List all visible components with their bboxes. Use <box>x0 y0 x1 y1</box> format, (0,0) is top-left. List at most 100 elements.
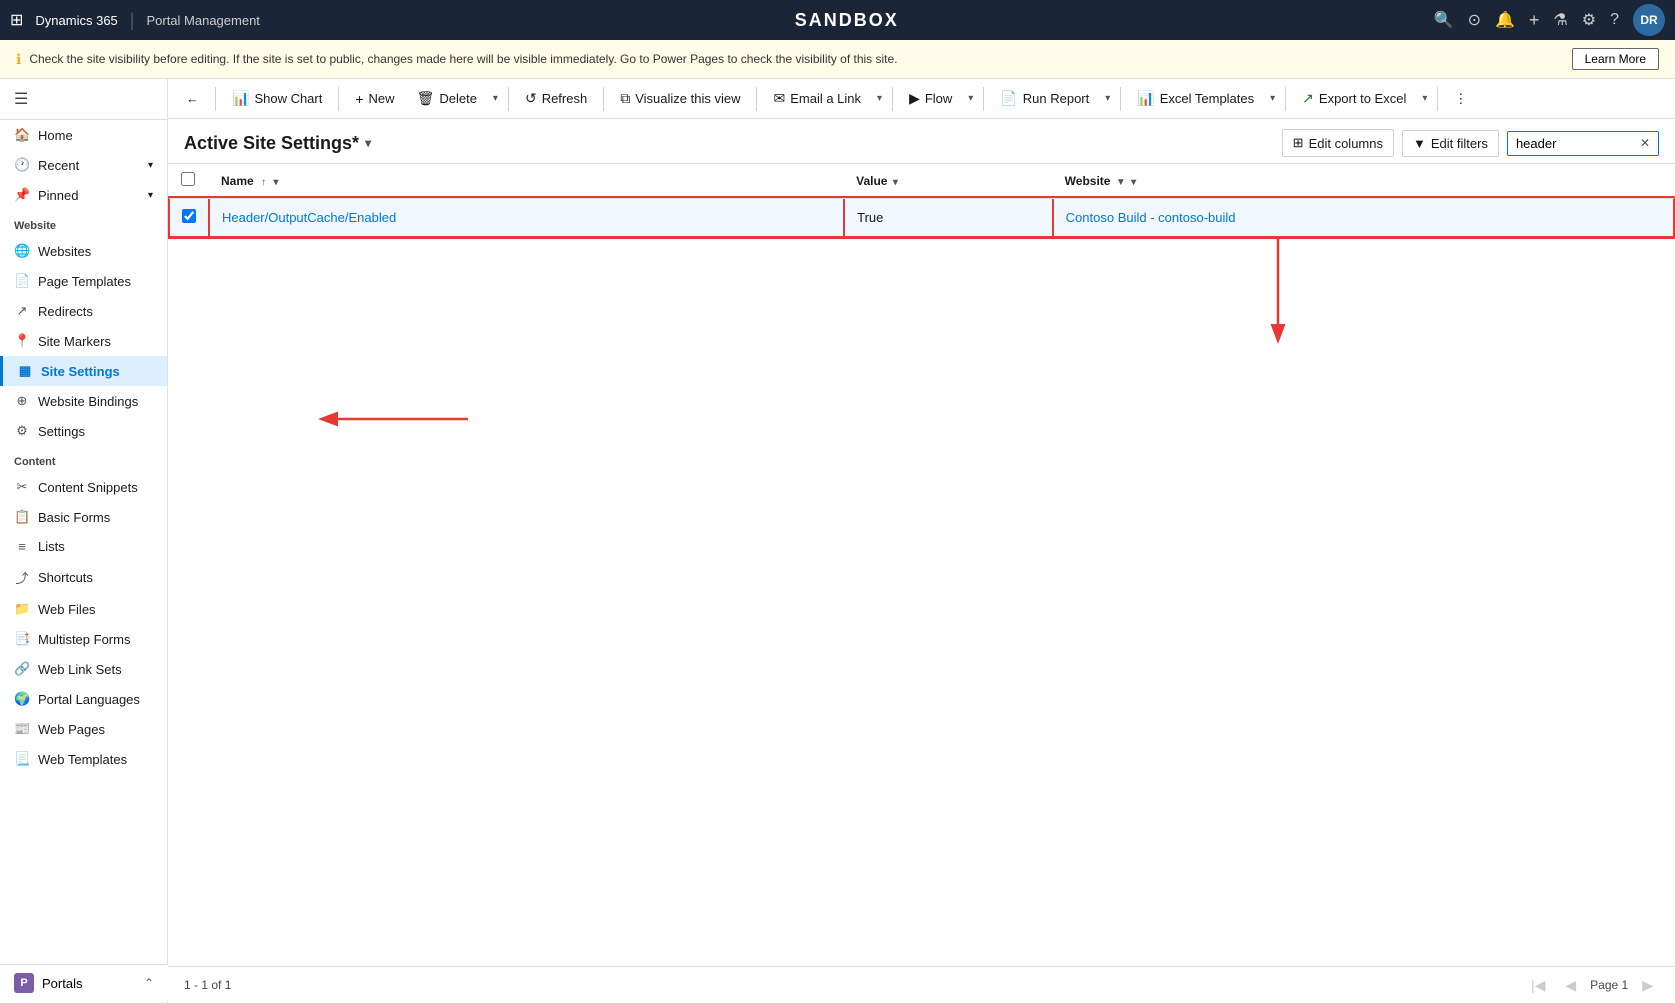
export-excel-button[interactable]: ↗ Export to Excel <box>1292 85 1416 112</box>
visualize-icon: ⧉ <box>620 90 630 107</box>
sidebar-item-settings[interactable]: ⚙ Settings <box>0 416 167 446</box>
export-dropdown-button[interactable]: ▾ <box>1418 88 1431 109</box>
search-input[interactable] <box>1516 136 1636 151</box>
sidebar-item-basic-forms[interactable]: 📋 Basic Forms <box>0 502 167 532</box>
run-report-button[interactable]: 📄 Run Report <box>990 85 1099 112</box>
sort-asc-icon: ↑ <box>261 177 266 188</box>
row-checkbox-cell[interactable] <box>169 198 209 237</box>
website-link[interactable]: Contoso Build - contoso-build <box>1066 210 1236 225</box>
pagination-controls: |◀ ◀ Page 1 ▶ <box>1525 975 1659 996</box>
plus-icon[interactable]: + <box>1529 10 1540 31</box>
target-icon[interactable]: ⊙ <box>1468 10 1481 30</box>
name-link[interactable]: Header/OutputCache/Enabled <box>222 210 396 225</box>
search-clear-icon[interactable]: ✕ <box>1640 136 1650 150</box>
banner-message: Check the site visibility before editing… <box>29 52 897 66</box>
sidebar-item-web-pages[interactable]: 📰 Web Pages <box>0 714 167 744</box>
show-chart-button[interactable]: 📊 Show Chart <box>222 85 332 112</box>
sidebar-item-label: Portal Languages <box>38 692 140 707</box>
toolbar-separator-2 <box>338 87 339 111</box>
select-all-header[interactable] <box>169 164 209 198</box>
sidebar-item-recent[interactable]: 🕐 Recent ▾ <box>0 150 167 180</box>
sidebar-item-multistep-forms[interactable]: 📑 Multistep Forms <box>0 624 167 654</box>
sidebar-item-web-templates[interactable]: 📃 Web Templates <box>0 744 167 774</box>
sidebar-item-redirects[interactable]: ↗ Redirects <box>0 296 167 326</box>
sidebar-item-site-markers[interactable]: 📍 Site Markers <box>0 326 167 356</box>
bell-icon[interactable]: 🔔 <box>1495 10 1515 30</box>
sidebar-item-pinned[interactable]: 📌 Pinned ▾ <box>0 180 167 210</box>
website-column-header[interactable]: Website ▼ ▾ <box>1053 164 1674 198</box>
new-icon: + <box>355 91 363 107</box>
chevron-down-icon: ▾ <box>148 190 153 201</box>
sidebar-item-site-settings[interactable]: ▦ Site Settings <box>0 356 167 386</box>
flow-button[interactable]: ▶ Flow <box>899 85 962 112</box>
email-dropdown-button[interactable]: ▾ <box>873 88 886 109</box>
sidebar-item-websites[interactable]: 🌐 Websites <box>0 236 167 266</box>
sidebar-item-portal-languages[interactable]: 🌍 Portal Languages <box>0 684 167 714</box>
kebab-icon: ⋮ <box>1454 91 1467 107</box>
main-panel: Active Site Settings* ▾ ⊞ Edit columns ▼… <box>168 119 1675 966</box>
page-label: Page 1 <box>1590 978 1628 992</box>
binding-icon: ⊕ <box>14 393 30 409</box>
edit-columns-button[interactable]: ⊞ Edit columns <box>1282 129 1394 157</box>
sidebar-item-content-snippets[interactable]: ✂ Content Snippets <box>0 472 167 502</box>
next-page-button[interactable]: ▶ <box>1636 975 1659 996</box>
export-excel-label: Export to Excel <box>1319 91 1406 106</box>
sidebar-item-web-link-sets[interactable]: 🔗 Web Link Sets <box>0 654 167 684</box>
excel-templates-button[interactable]: 📊 Excel Templates <box>1127 85 1264 112</box>
name-header-label: Name <box>221 174 254 188</box>
delete-dropdown-button[interactable]: ▾ <box>489 88 502 109</box>
edit-filters-button[interactable]: ▼ Edit filters <box>1402 130 1499 157</box>
sidebar-item-label: Web Files <box>38 602 96 617</box>
learn-more-button[interactable]: Learn More <box>1572 48 1659 70</box>
search-icon[interactable]: 🔍 <box>1434 10 1454 30</box>
sidebar-item-label: Website Bindings <box>38 394 138 409</box>
name-cell[interactable]: Header/OutputCache/Enabled <box>209 198 844 237</box>
select-all-checkbox[interactable] <box>181 172 195 186</box>
excel-templates-dropdown-button[interactable]: ▾ <box>1266 88 1279 109</box>
gear-icon[interactable]: ⚙ <box>1582 10 1596 30</box>
record-count: 1 - 1 of 1 <box>184 978 231 992</box>
topbar: ⊞ Dynamics 365 | Portal Management SANDB… <box>0 0 1675 40</box>
sidebar-item-website-bindings[interactable]: ⊕ Website Bindings <box>0 386 167 416</box>
app-grid-icon[interactable]: ⊞ <box>10 10 23 30</box>
sidebar-item-shortcuts[interactable]: ⤴ Shortcuts <box>0 561 167 594</box>
new-button[interactable]: + New <box>345 86 404 112</box>
back-button[interactable]: ← <box>176 86 209 111</box>
visualize-button[interactable]: ⧉ Visualize this view <box>610 85 750 112</box>
avatar[interactable]: DR <box>1633 4 1665 36</box>
view-header: Active Site Settings* ▾ ⊞ Edit columns ▼… <box>168 119 1675 164</box>
search-box[interactable]: ✕ <box>1507 131 1659 156</box>
sidebar-item-label: Settings <box>38 424 85 439</box>
hamburger-icon[interactable]: ☰ <box>0 79 167 120</box>
help-icon[interactable]: ? <box>1610 11 1619 29</box>
delete-button[interactable]: 🗑 Delete <box>407 85 487 112</box>
view-title-chevron-icon[interactable]: ▾ <box>365 136 371 150</box>
toolbar-separator-8 <box>1120 87 1121 111</box>
kebab-button[interactable]: ⋮ <box>1444 86 1477 112</box>
prev-page-button[interactable]: ◀ <box>1559 975 1582 996</box>
email-link-button[interactable]: ✉ Email a Link <box>763 85 871 112</box>
sidebar-portals[interactable]: P Portals ⌃ <box>0 964 168 1001</box>
email-link-label: Email a Link <box>790 91 861 106</box>
flow-dropdown-button[interactable]: ▾ <box>964 88 977 109</box>
sidebar-item-lists[interactable]: ≡ Lists <box>0 532 167 561</box>
sidebar-item-home[interactable]: 🏠 Home <box>0 120 167 150</box>
sidebar-item-web-files[interactable]: 📁 Web Files <box>0 594 167 624</box>
value-column-header[interactable]: Value ▾ <box>844 164 1053 198</box>
table-row[interactable]: Header/OutputCache/Enabled True Contoso … <box>169 198 1674 237</box>
filter-icon[interactable]: ⚗ <box>1553 10 1567 30</box>
website-cell[interactable]: Contoso Build - contoso-build <box>1053 198 1674 237</box>
sort-toggle-icon: ▾ <box>273 177 278 188</box>
toolbar: ← 📊 Show Chart + New 🗑 Delete ▾ ↺ Refres… <box>168 79 1675 119</box>
name-column-header[interactable]: Name ↑ ▾ <box>209 164 844 198</box>
sidebar-item-page-templates[interactable]: 📄 Page Templates <box>0 266 167 296</box>
sidebar-item-label: Site Markers <box>38 334 111 349</box>
sandbox-title: SANDBOX <box>272 10 1422 31</box>
refresh-button[interactable]: ↺ Refresh <box>515 85 597 112</box>
new-label: New <box>369 91 395 106</box>
first-page-button[interactable]: |◀ <box>1525 975 1551 996</box>
run-report-dropdown-button[interactable]: ▾ <box>1101 88 1114 109</box>
flow-icon: ▶ <box>909 90 920 107</box>
run-report-icon: 📄 <box>1000 90 1017 107</box>
row-checkbox[interactable] <box>182 209 196 223</box>
